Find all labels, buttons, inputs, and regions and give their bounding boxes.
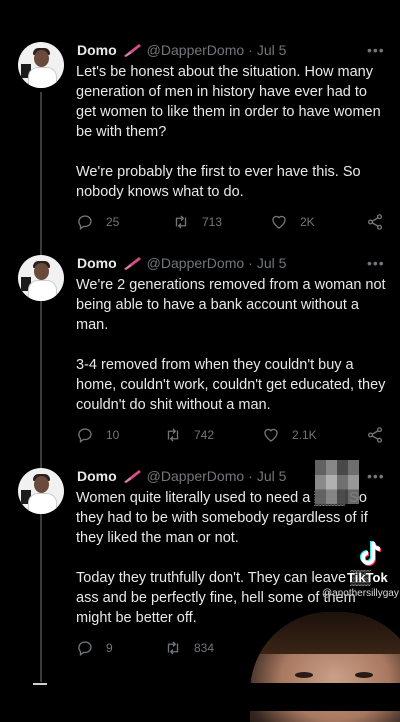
share-icon <box>367 214 383 230</box>
reply-count: 10 <box>106 428 120 442</box>
like-count: 2K <box>300 215 315 229</box>
tweet-paragraph: We're probably the first to ever have th… <box>76 164 361 200</box>
tweet-paragraph: 3-4 removed from when they couldn't buy … <box>76 357 386 413</box>
avatar[interactable] <box>18 42 64 88</box>
reply-button[interactable]: 10 <box>76 424 119 446</box>
tweet-text: We're 2 generations removed from a woman… <box>76 275 386 415</box>
top-strip <box>0 0 400 34</box>
like-icon <box>272 215 286 229</box>
tweet-header: Domo @DapperDomo · Jul 5 <box>77 40 286 60</box>
retweet-button[interactable]: 834 <box>164 637 214 659</box>
tweet-text: Let's be honest about the situation. How… <box>76 62 386 202</box>
tweet-paragraph: Let's be honest about the situation. How… <box>76 64 381 140</box>
retweet-icon <box>167 428 179 442</box>
more-icon[interactable]: ••• <box>367 468 384 484</box>
tiktok-brand: TikTok <box>347 570 388 585</box>
reply-icon <box>78 215 92 231</box>
separator-dot: · <box>248 468 253 484</box>
bottom-bar <box>0 683 400 711</box>
tweet-date[interactable]: Jul 5 <box>257 255 287 271</box>
author-name[interactable]: Domo <box>77 468 117 484</box>
like-button[interactable]: 2.1K <box>262 424 317 446</box>
tweet-actions: 25 713 2K <box>76 211 386 233</box>
more-icon[interactable]: ••• <box>367 255 384 271</box>
avatar[interactable] <box>18 468 64 514</box>
like-icon <box>264 428 278 442</box>
tweet-actions: 10 742 2.1K <box>76 424 386 446</box>
retweet-count: 834 <box>194 641 215 655</box>
tweet-paragraph: We're 2 generations removed from a woman… <box>76 277 386 333</box>
reply-count: 25 <box>106 215 120 229</box>
author-handle[interactable]: @DapperDomo <box>147 42 244 58</box>
share-icon <box>367 427 383 443</box>
retweet-button[interactable]: 713 <box>172 211 222 233</box>
tweet-date[interactable]: Jul 5 <box>257 468 287 484</box>
avatar[interactable] <box>18 255 64 301</box>
reply-button[interactable]: 25 <box>76 211 119 233</box>
author-name[interactable]: Domo <box>77 42 117 58</box>
like-button[interactable]: 2K <box>270 211 315 233</box>
tweet-date[interactable]: Jul 5 <box>257 42 287 58</box>
like-count: 2.1K <box>292 428 317 442</box>
retweet-count: 713 <box>202 215 223 229</box>
reply-icon <box>78 428 92 444</box>
share-button[interactable] <box>366 211 396 233</box>
paintbrush-icon <box>123 257 141 270</box>
share-button[interactable] <box>366 424 396 446</box>
retweet-icon <box>175 215 187 229</box>
retweet-button[interactable]: 742 <box>164 424 214 446</box>
separator-dot: · <box>248 255 253 271</box>
tweet-header: Domo @DapperDomo · Jul 5 <box>77 466 286 486</box>
reply-button[interactable]: 9 <box>76 637 113 659</box>
tiktok-username: @anothersillygay <box>322 588 399 599</box>
reply-icon <box>78 641 92 657</box>
more-icon[interactable]: ••• <box>367 42 384 58</box>
reply-count: 9 <box>106 641 113 655</box>
retweet-count: 742 <box>194 428 215 442</box>
tweet-header: Domo @DapperDomo · Jul 5 <box>77 253 286 273</box>
tweet-text: Women quite literally used to need a ▒▒▒… <box>76 488 386 628</box>
censor-blur <box>315 460 359 504</box>
separator-dot: · <box>248 42 253 58</box>
thread-line <box>40 92 42 682</box>
author-name[interactable]: Domo <box>77 255 117 271</box>
paintbrush-icon <box>123 470 141 483</box>
tiktok-logo-icon <box>360 541 381 566</box>
author-handle[interactable]: @DapperDomo <box>147 468 244 484</box>
retweet-icon <box>167 641 179 655</box>
paintbrush-icon <box>123 44 141 57</box>
author-handle[interactable]: @DapperDomo <box>147 255 244 271</box>
